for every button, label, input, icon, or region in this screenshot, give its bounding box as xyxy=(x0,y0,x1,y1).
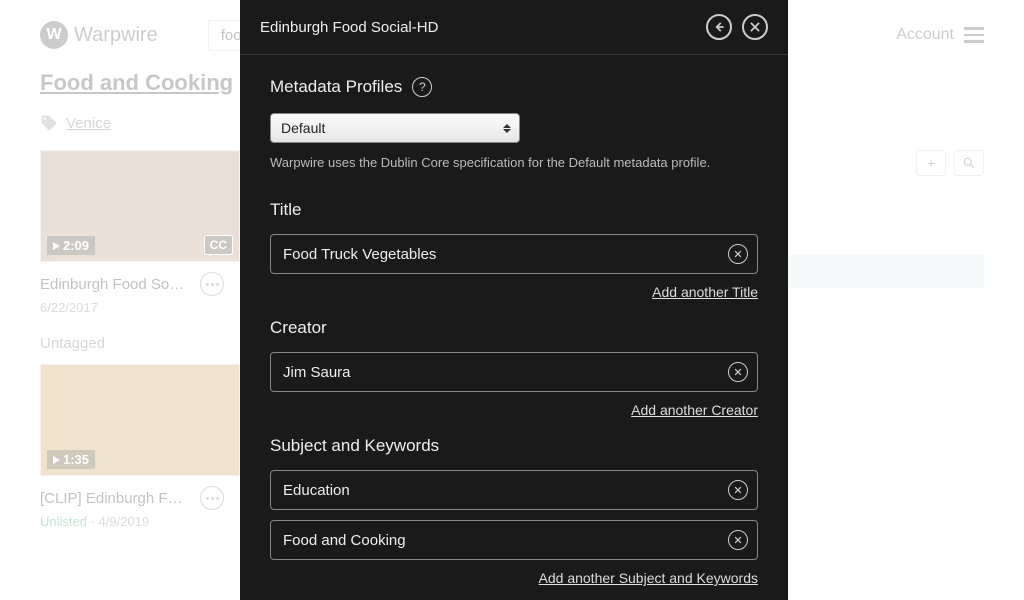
title-input[interactable] xyxy=(270,234,758,274)
close-button[interactable] xyxy=(742,14,768,40)
clear-subject-button-2[interactable] xyxy=(728,530,748,550)
title-field-label: Title xyxy=(270,200,758,220)
clear-subject-button-1[interactable] xyxy=(728,480,748,500)
subject-input-2[interactable] xyxy=(270,520,758,560)
clear-title-button[interactable] xyxy=(728,244,748,264)
metadata-profiles-label: Metadata Profiles ? xyxy=(270,77,758,97)
x-icon xyxy=(733,485,743,495)
subject-input-1[interactable] xyxy=(270,470,758,510)
profile-selected-value: Default xyxy=(281,120,325,136)
add-title-link[interactable]: Add another Title xyxy=(270,284,758,300)
add-creator-link[interactable]: Add another Creator xyxy=(270,402,758,418)
metadata-modal: Edinburgh Food Social-HD Metadata Profil… xyxy=(240,0,788,600)
creator-field-label: Creator xyxy=(270,318,758,338)
profile-help-text: Warpwire uses the Dublin Core specificat… xyxy=(270,155,758,170)
add-subject-link[interactable]: Add another Subject and Keywords xyxy=(270,570,758,586)
modal-title: Edinburgh Food Social-HD xyxy=(260,19,438,36)
x-icon xyxy=(733,367,743,377)
subject-field-label: Subject and Keywords xyxy=(270,436,758,456)
profile-dropdown[interactable]: Default xyxy=(270,113,520,143)
creator-input[interactable] xyxy=(270,352,758,392)
back-button[interactable] xyxy=(706,14,732,40)
clear-creator-button[interactable] xyxy=(728,362,748,382)
close-icon xyxy=(748,20,762,34)
modal-body: Metadata Profiles ? Default Warpwire use… xyxy=(240,55,788,600)
select-arrows-icon xyxy=(503,124,511,133)
arrow-left-icon xyxy=(712,20,726,34)
help-icon[interactable]: ? xyxy=(412,77,432,97)
x-icon xyxy=(733,249,743,259)
modal-header: Edinburgh Food Social-HD xyxy=(240,0,788,55)
x-icon xyxy=(733,535,743,545)
